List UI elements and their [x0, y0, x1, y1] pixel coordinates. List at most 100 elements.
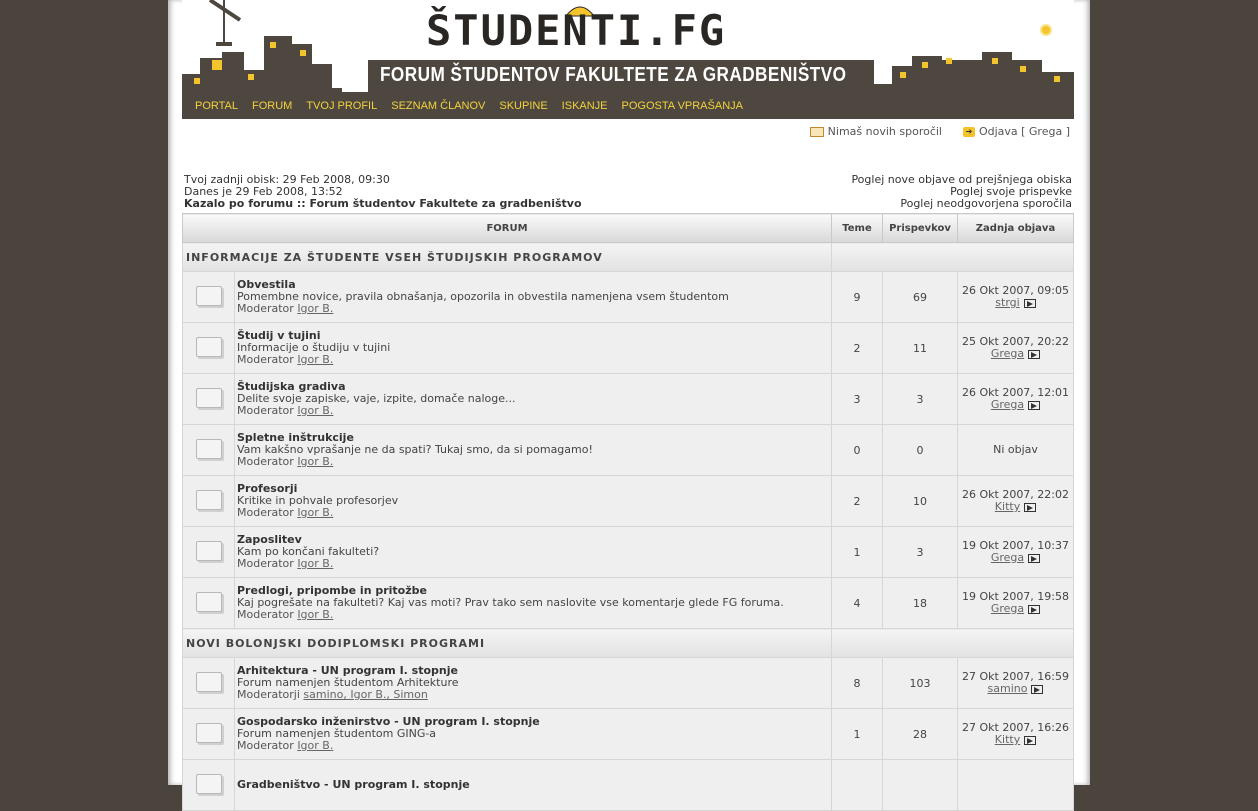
view-latest-post-icon[interactable] [1024, 735, 1037, 745]
moderator-label: Moderator [237, 353, 294, 366]
posts-count: 69 [882, 271, 958, 323]
last-post-author-link[interactable]: Kitty [995, 733, 1020, 746]
view-latest-post-icon[interactable] [1028, 400, 1041, 410]
last-post: Ni objav [957, 424, 1074, 476]
last-post: 27 Okt 2007, 16:26 Kitty [957, 708, 1074, 760]
category-row: INFORMACIJE ZA ŠTUDENTE VSEH ŠTUDIJSKIH … [182, 242, 1074, 272]
site-header: ŠTUDENTI.FG FORUM ŠTUDENTOV FAKULTETE ZA… [182, 0, 1074, 92]
forum-row: Profesorji Kritike in pohvale profesorjev… [182, 475, 1074, 527]
topics-count: 8 [831, 657, 883, 709]
forum-info: Zaposlitev Kam po končani fakulteti? Moder… [234, 526, 832, 578]
posts-count: 3 [882, 373, 958, 425]
view-latest-post-icon[interactable] [1028, 349, 1041, 359]
forum-folder-icon [195, 671, 222, 692]
last-post-author-link[interactable]: samino [988, 682, 1028, 695]
moderator-label: Moderator [237, 608, 294, 621]
last-post-author-link[interactable]: Grega [991, 602, 1024, 615]
forum-row: Zaposlitev Kam po končani fakulteti? Moder… [182, 526, 1074, 578]
breadcrumb[interactable]: Kazalo po forumu :: Forum študentov Faku… [184, 197, 582, 210]
moderator-link[interactable]: samino, Igor B., Simon [303, 688, 427, 701]
forum-info: Gospodarsko inženirstvo - UN program I. … [234, 708, 832, 760]
topics-count: 2 [831, 475, 883, 527]
moderator-link[interactable]: Igor B. [297, 557, 333, 570]
view-latest-post-icon[interactable] [1028, 604, 1041, 614]
logout-link[interactable]: ➔ Odjava [ Grega ] [962, 125, 1070, 138]
forum-info: Spletne inštrukcije Vam kakšno vprašanje … [234, 424, 832, 476]
forum-row: Gospodarsko inženirstvo - UN program I. … [182, 708, 1074, 760]
moderator-link[interactable]: Igor B. [297, 739, 333, 752]
posts-count: 10 [882, 475, 958, 527]
forum-moderators: Moderator Igor B. [237, 740, 830, 752]
nav-groups[interactable]: SKUPINE [499, 100, 547, 112]
page-inner: ŠTUDENTI.FG FORUM ŠTUDENTOV FAKULTETE ZA… [182, 0, 1074, 811]
site-subtitle: FORUM ŠTUDENTOV FAKULTETE ZA GRADBENIŠTV… [380, 64, 847, 86]
last-post-author-link[interactable]: strgi [995, 296, 1019, 309]
forum-info: Študijska gradiva Delite svoje zapiske, v… [234, 373, 832, 425]
moderator-link[interactable]: Igor B. [297, 302, 333, 315]
topics-count: 3 [831, 373, 883, 425]
category-spacer [831, 628, 1074, 658]
forum-row: Gradbeništvo - UN program I. stopnje [182, 759, 1074, 811]
forum-moderators: Moderator Igor B. [237, 507, 830, 519]
posts-count: 18 [882, 577, 958, 629]
forum-name-link[interactable]: Gradbeništvo - UN program I. stopnje [237, 779, 830, 791]
nav-portal[interactable]: PORTAL [195, 100, 238, 112]
category-title[interactable]: INFORMACIJE ZA ŠTUDENTE VSEH ŠTUDIJSKIH … [182, 242, 832, 272]
moderator-link[interactable]: Igor B. [297, 353, 333, 366]
private-messages-link[interactable]: Nimaš novih sporočil [809, 125, 942, 138]
last-post-author-link[interactable]: Kitty [995, 500, 1020, 513]
nav-members[interactable]: SEZNAM ČLANOV [391, 100, 485, 112]
view-latest-post-icon[interactable] [1024, 502, 1037, 512]
forum-folder-icon [195, 285, 222, 306]
posts-count: 11 [882, 322, 958, 374]
nav-profile[interactable]: TVOJ PROFIL [306, 100, 377, 112]
last-post: 27 Okt 2007, 16:59 samino [957, 657, 1074, 709]
forum-info: Profesorji Kritike in pohvale profesorjev… [234, 475, 832, 527]
moderator-link[interactable]: Igor B. [297, 404, 333, 417]
posts-count: 0 [882, 424, 958, 476]
col-topics: Teme [831, 213, 883, 243]
col-posts: Prispevkov [882, 213, 958, 243]
moderator-label: Moderator [237, 506, 294, 519]
nav-forum[interactable]: FORUM [252, 100, 292, 112]
view-latest-post-icon[interactable] [1031, 684, 1044, 694]
category-title[interactable]: NOVI BOLONJSKI DODIPLOMSKI PROGRAMI [182, 628, 832, 658]
moderator-link[interactable]: Igor B. [297, 608, 333, 621]
topics-count: 0 [831, 424, 883, 476]
last-post-author-link[interactable]: Grega [991, 551, 1024, 564]
forum-icon-cell [182, 322, 235, 374]
last-post-author-link[interactable]: Grega [991, 347, 1024, 360]
last-post [957, 759, 1074, 811]
last-post: 26 Okt 2007, 22:02 Kitty [957, 475, 1074, 527]
moderator-label: Moderator [237, 557, 294, 570]
view-latest-post-icon[interactable] [1028, 553, 1041, 563]
moderator-link[interactable]: Igor B. [297, 455, 333, 468]
forum-row: Predlogi, pripombe in pritožbe Kaj pogreš… [182, 577, 1074, 629]
moderator-label: Moderatorji [237, 688, 300, 701]
last-post: 19 Okt 2007, 19:58 Grega [957, 577, 1074, 629]
topics-count: 4 [831, 577, 883, 629]
forum-folder-icon [195, 438, 222, 459]
forum-folder-icon [195, 591, 222, 612]
category-spacer [831, 242, 1074, 272]
topics-count: 2 [831, 322, 883, 374]
forum-icon-cell [182, 424, 235, 476]
forum-folder-icon [195, 387, 222, 408]
forum-info: Arhitektura - UN program I. stopnje Forum… [234, 657, 832, 709]
col-forum: FORUM [182, 213, 832, 243]
forum-row: Obvestila Pomembne novice, pravila obnaša… [182, 271, 1074, 323]
forum-icon-cell [182, 657, 235, 709]
moderator-link[interactable]: Igor B. [297, 506, 333, 519]
forum-info: Gradbeništvo - UN program I. stopnje [234, 759, 832, 811]
last-post-author-link[interactable]: Grega [991, 398, 1024, 411]
nav-search[interactable]: ISKANJE [562, 100, 608, 112]
forum-moderators: Moderator Igor B. [237, 303, 830, 315]
site-logo[interactable]: ŠTUDENTI.FG [426, 6, 726, 55]
unanswered-link[interactable]: Poglej neodgovorjena sporočila [851, 198, 1072, 210]
moderator-label: Moderator [237, 404, 294, 417]
user-bar: Nimaš novih sporočil ➔ Odjava [ Grega ] [182, 119, 1074, 145]
nav-faq[interactable]: POGOSTA VPRAŠANJA [622, 100, 743, 112]
topics-count: 9 [831, 271, 883, 323]
forum-folder-icon [195, 540, 222, 561]
view-latest-post-icon[interactable] [1023, 298, 1036, 308]
